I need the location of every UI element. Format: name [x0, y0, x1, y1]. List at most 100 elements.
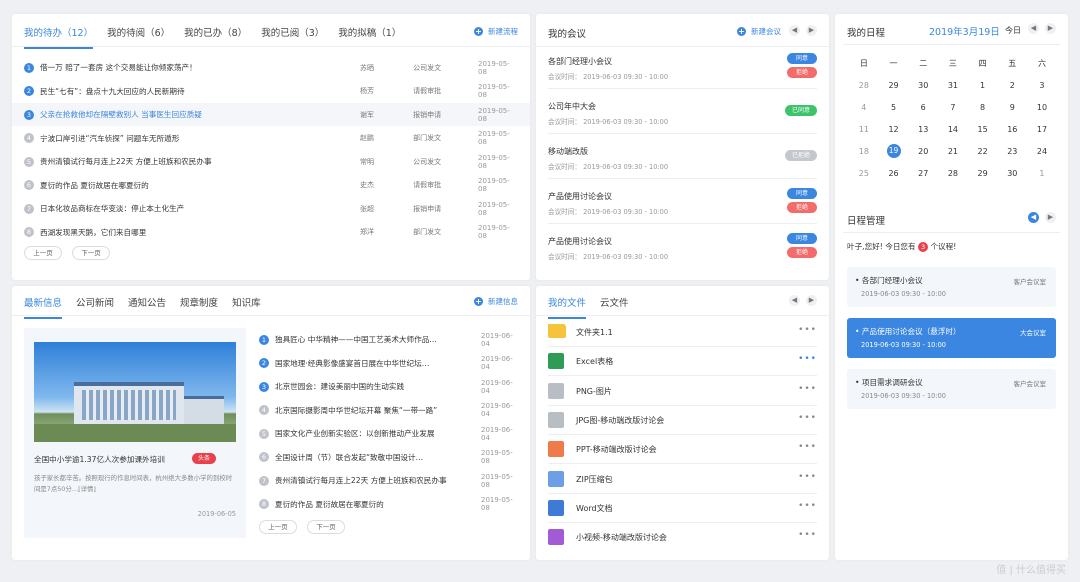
calendar-day[interactable]: 7 [938, 103, 968, 112]
todo-row[interactable]: 7 日本化妆品商标在华变淡：停止本土化生产 张超 报销申请 2019-05-08 [24, 197, 518, 220]
news-row[interactable]: 4 北京国际摄影周中华世纪坛开幕 聚焦“一带一路” 2019-06-04 [259, 399, 518, 422]
news-title[interactable]: 独具匠心 中华精神——中国工艺美术大师作品… [275, 334, 481, 345]
file-name[interactable]: PNG-图片 [576, 386, 612, 397]
row-title[interactable]: 借一万 赔了一套房 这个交易能让你倾家荡产！ [40, 62, 360, 73]
meeting-status-badge[interactable]: 已拒绝 [785, 150, 817, 161]
file-more-icon[interactable]: ••• [798, 413, 817, 423]
new-process-button[interactable]: + 新建流程 [474, 26, 518, 37]
calendar-day[interactable]: 9 [997, 103, 1027, 112]
calendar-day[interactable]: 22 [968, 147, 998, 156]
file-name[interactable]: Word文档 [576, 503, 613, 514]
news-row[interactable]: 3 北京世园会：建设美丽中国的生动实践 2019-06-04 [259, 375, 518, 398]
calendar-day[interactable]: 14 [938, 125, 968, 134]
row-title[interactable]: 宁波口岸引进“汽车侦探” 问题车无所遁形 [40, 133, 360, 144]
today-button[interactable]: 今日 [1005, 25, 1021, 36]
calendar-day[interactable]: 10 [1027, 103, 1057, 112]
meeting-item-title[interactable]: 产品使用讨论会议 [548, 236, 612, 247]
meeting-item-title[interactable]: 移动端改版 [548, 146, 588, 157]
calendar-day[interactable]: 28 [849, 81, 879, 90]
calendar-day[interactable]: 17 [1027, 125, 1057, 134]
prev-month-icon[interactable]: ◀ [1028, 23, 1039, 34]
featured-news-title[interactable]: 全国中小学逾1.37亿人次参加课外培训 [34, 454, 165, 465]
news-title[interactable]: 北京国际摄影周中华世纪坛开幕 聚焦“一带一路” [275, 405, 481, 416]
file-more-icon[interactable]: ••• [798, 501, 817, 511]
prev-arrow-icon[interactable]: ◀ [1028, 212, 1039, 223]
file-name[interactable]: Excel表格 [576, 356, 613, 367]
prev-page-button[interactable]: 上一页 [24, 246, 62, 260]
featured-news-card[interactable]: 全国中小学逾1.37亿人次参加课外培训 头条 孩子家长都辛苦。按照现行的作息时间… [24, 328, 246, 538]
next-month-icon[interactable]: ▶ [1045, 23, 1056, 34]
schedule-event[interactable]: • 项目需求调研会议 2019-06-03 09:30 - 10:00 客户会议室 [847, 369, 1056, 409]
row-title[interactable]: 父亲在抢救他却在隔壁救别人 当事医生回应质疑 [40, 109, 360, 120]
calendar-day[interactable]: 25 [849, 169, 879, 178]
meeting-status-badge[interactable]: 同意 [787, 53, 817, 64]
new-info-button[interactable]: + 新建信息 [474, 296, 518, 307]
row-title[interactable]: 日本化妆品商标在华变淡：停止本土化生产 [40, 203, 360, 214]
calendar-month[interactable]: 2019年3月19日 [929, 24, 1000, 38]
todo-row[interactable]: 2 民生“七有”：盘点十九大回应的人民新期待 杨芳 请假审批 2019-05-08 [24, 80, 518, 103]
next-page-button[interactable]: 下一页 [307, 520, 345, 534]
news-title[interactable]: 国家地理·经典影像盛宴首日展在中华世纪坛… [275, 358, 481, 369]
meeting-status-badge[interactable]: 拒绝 [787, 67, 817, 78]
prev-arrow-icon[interactable]: ◀ [789, 295, 800, 306]
calendar-day[interactable]: 24 [1027, 147, 1057, 156]
news-title[interactable]: 北京世园会：建设美丽中国的生动实践 [275, 381, 481, 392]
news-title[interactable]: 贵州清镇试行每月连上22天 方便上班族和农民办事 [275, 475, 481, 486]
todo-row[interactable]: 3 父亲在抢救他却在隔壁救别人 当事医生回应质疑 谢军 报销申请 2019-05-08 [12, 103, 530, 126]
calendar-day[interactable]: 20 [908, 147, 938, 156]
todo-row[interactable]: 5 贵州清镇试行每月连上22天 方便上班族和农民办事 常明 公司发文 2019-05-0… [24, 150, 518, 173]
news-row[interactable]: 6 全国设计周（节）联合发起“致敬中国设计… 2019-05-08 [259, 446, 518, 469]
file-more-icon[interactable]: ••• [798, 384, 817, 394]
meeting-status-badge[interactable]: 已同意 [785, 105, 817, 116]
schedule-event[interactable]: • 产品使用讨论会议（悬浮时） 2019-06-03 09:30 - 10:00 大… [847, 318, 1056, 358]
file-more-icon[interactable]: ••• [798, 530, 817, 540]
prev-arrow-icon[interactable]: ◀ [789, 25, 800, 36]
calendar-day[interactable]: 16 [997, 125, 1027, 134]
calendar-day[interactable]: 23 [997, 147, 1027, 156]
calendar-day[interactable]: 29 [879, 81, 909, 90]
file-name[interactable]: JPG图-移动端改版讨论会 [576, 415, 664, 426]
calendar-day[interactable]: 27 [908, 169, 938, 178]
file-more-icon[interactable]: ••• [798, 354, 817, 364]
file-name[interactable]: ZIP压缩包 [576, 474, 613, 485]
calendar-day[interactable]: 13 [908, 125, 938, 134]
calendar-day[interactable]: 5 [879, 103, 909, 112]
calendar-day[interactable]: 4 [849, 103, 879, 112]
calendar-day[interactable]: 3 [1027, 81, 1057, 90]
calendar-day[interactable]: 31 [938, 81, 968, 90]
next-page-button[interactable]: 下一页 [72, 246, 110, 260]
calendar-day[interactable]: 8 [968, 103, 998, 112]
file-more-icon[interactable]: ••• [798, 325, 817, 335]
next-arrow-icon[interactable]: ▶ [806, 25, 817, 36]
meeting-status-badge[interactable]: 拒绝 [787, 202, 817, 213]
next-arrow-icon[interactable]: ▶ [1045, 212, 1056, 223]
todo-row[interactable]: 6 夏衍的作品 夏衍故居在哪夏衍的 史杰 请假审批 2019-05-08 [24, 174, 518, 197]
schedule-event[interactable]: • 各部门经理小会议 2019-06-03 09:30 - 10:00 客户会议室 [847, 267, 1056, 307]
news-row[interactable]: 7 贵州清镇试行每月连上22天 方便上班族和农民办事 2019-05-08 [259, 469, 518, 492]
file-more-icon[interactable]: ••• [798, 472, 817, 482]
news-title[interactable]: 国家文化产业创新实验区：以创新推动产业发展 [275, 428, 481, 439]
calendar-day[interactable]: 1 [1027, 169, 1057, 178]
prev-page-button[interactable]: 上一页 [259, 520, 297, 534]
calendar-day[interactable]: 19 [879, 144, 909, 158]
next-arrow-icon[interactable]: ▶ [806, 295, 817, 306]
row-title[interactable]: 西湖发现黑天鹅，它们来自哪里 [40, 227, 360, 238]
news-title[interactable]: 夏衍的作品 夏衍故居在哪夏衍的 [275, 499, 481, 510]
file-more-icon[interactable]: ••• [798, 442, 817, 452]
meeting-status-badge[interactable]: 同意 [787, 233, 817, 244]
calendar-day[interactable]: 26 [879, 169, 909, 178]
meeting-item-title[interactable]: 公司年中大会 [548, 101, 596, 112]
file-name[interactable]: 小视频-移动端改版讨论会 [576, 532, 667, 543]
meeting-item-title[interactable]: 各部门经理小会议 [548, 56, 612, 67]
calendar-day[interactable]: 1 [968, 81, 998, 90]
calendar-day[interactable]: 30 [997, 169, 1027, 178]
calendar-day[interactable]: 2 [997, 81, 1027, 90]
calendar-day[interactable]: 29 [968, 169, 998, 178]
todo-row[interactable]: 8 西湖发现黑天鹅，它们来自哪里 郑洋 部门发文 2019-05-08 [24, 221, 518, 244]
row-title[interactable]: 夏衍的作品 夏衍故居在哪夏衍的 [40, 180, 360, 191]
calendar-day[interactable]: 12 [879, 125, 909, 134]
todo-row[interactable]: 4 宁波口岸引进“汽车侦探” 问题车无所遁形 赵鹏 部门发文 2019-05-08 [24, 127, 518, 150]
file-name[interactable]: PPT-移动端改版讨论会 [576, 444, 657, 455]
calendar-day[interactable]: 21 [938, 147, 968, 156]
calendar-day[interactable]: 15 [968, 125, 998, 134]
